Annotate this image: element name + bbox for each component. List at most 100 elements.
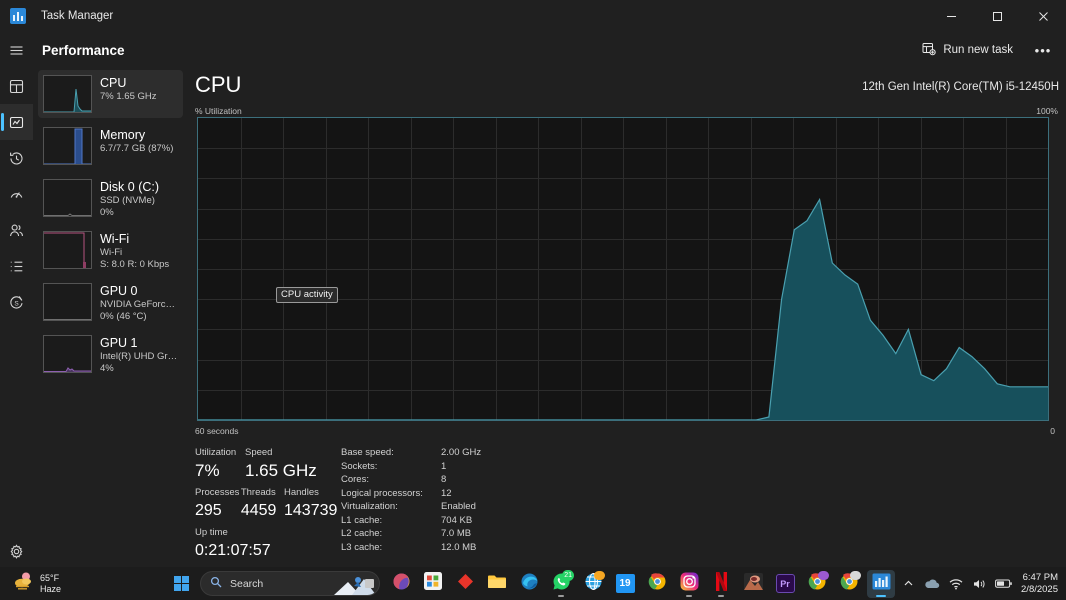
window-title: Task Manager [41, 10, 114, 22]
weather-widget[interactable]: 65°F Haze [8, 570, 66, 598]
speaker-icon[interactable] [969, 571, 991, 597]
netflix-icon [715, 571, 728, 596]
clock-widget[interactable]: 6:47 PM 2/8/2025 [1021, 572, 1058, 596]
more-options-button[interactable]: ••• [1028, 37, 1058, 63]
battery-icon[interactable] [993, 571, 1015, 597]
taskbar-app-task-manager[interactable] [867, 569, 895, 598]
resource-sub1: NVIDIA GeForce GTX... [100, 299, 179, 310]
resource-item-memory[interactable]: Memory 6.7/7.7 GB (87%) [38, 122, 183, 170]
clock-time: 6:47 PM [1022, 571, 1058, 583]
cpu-utilization-chart[interactable]: CPU activity [197, 117, 1049, 421]
spec-value: 1 [441, 460, 447, 472]
cpu-statistics: Utilization 7% Speed 1.65 GHz Processes … [195, 446, 1055, 562]
taskbar-app-microsoft-edge[interactable] [515, 570, 543, 598]
spec-value: 12 [441, 487, 452, 499]
resource-item-gpu-1[interactable]: GPU 1 Intel(R) UHD Graphics 4% [38, 330, 183, 378]
resource-sub1: 7% 1.65 GHz [100, 91, 157, 102]
utilization-speed-group: Utilization 7% Speed 1.65 GHz [195, 446, 335, 482]
maximize-button[interactable] [974, 0, 1020, 32]
taskbar-app-chrome-profile-b[interactable] [835, 570, 863, 598]
taskbar-app-chrome-profile-a[interactable] [803, 570, 831, 598]
weather-condition: Haze [40, 583, 62, 594]
taskbar-app-calendar[interactable]: 19 [611, 570, 639, 598]
disk-text: Disk 0 (C:) SSD (NVMe) 0% [100, 179, 159, 219]
diamond-icon [456, 572, 475, 596]
chrome-download-badge [850, 570, 861, 580]
taskbar-app-browser[interactable] [579, 570, 607, 598]
run-new-task-button[interactable]: Run new task [913, 37, 1022, 63]
resource-sub1: 6.7/7.7 GB (87%) [100, 143, 174, 154]
taskbar-app-red-diamond[interactable] [451, 570, 479, 598]
wifi-text: Wi-Fi Wi-Fi S: 8.0 R: 0 Kbps [100, 231, 169, 271]
wifi-icon[interactable] [945, 571, 967, 597]
sidebar-item-details[interactable] [0, 248, 33, 284]
cpu-text: CPU 7% 1.65 GHz [100, 75, 157, 103]
cpu-activity-tooltip: CPU activity [276, 287, 338, 303]
minimize-button[interactable] [928, 0, 974, 32]
resource-name: Memory [100, 128, 146, 142]
taskbar-app-task-view[interactable] [355, 570, 383, 598]
taskbar-app-file-explorer[interactable] [483, 570, 511, 598]
resource-item-cpu[interactable]: CPU 7% 1.65 GHz [38, 70, 183, 118]
spec-row: Base speed: 2.00 GHz [341, 446, 531, 460]
settings-button[interactable] [0, 535, 33, 567]
task-manager-icon [872, 573, 891, 595]
resource-item-wifi[interactable]: Wi-Fi Wi-Fi S: 8.0 R: 0 Kbps [38, 226, 183, 274]
running-indicator [876, 594, 886, 597]
resource-item-gpu-0[interactable]: GPU 0 NVIDIA GeForce GTX... 0% (46 °C) [38, 278, 183, 326]
sidebar-item-services[interactable]: S [0, 284, 33, 320]
spec-row: Sockets: 1 [341, 460, 531, 474]
taskbar-app-chrome[interactable] [643, 570, 671, 598]
speed-cell: Speed 1.65 GHz [245, 446, 317, 482]
chart-x-axis-end: 0 [1050, 426, 1055, 436]
gpu0-thumbnail [43, 283, 92, 321]
taskbar-center: Search [168, 571, 380, 597]
gpu0-text: GPU 0 NVIDIA GeForce GTX... 0% (46 °C) [100, 283, 179, 323]
sidebar-item-startup-apps[interactable] [0, 176, 33, 212]
weather-text: 65°F Haze [40, 573, 61, 595]
main-title: CPU [195, 72, 242, 97]
taskbar-app-whatsapp[interactable]: 21 [547, 569, 575, 598]
taskbar-app-copilot[interactable] [387, 570, 415, 598]
spec-value: Enabled [441, 501, 476, 512]
taskbar-app-instagram[interactable] [675, 570, 703, 598]
taskbar-app-netflix[interactable] [707, 570, 735, 598]
cpu-specs-table: Base speed: 2.00 GHz Sockets: 1 Cores: 8… [341, 446, 531, 562]
spec-value: 704 KB [441, 514, 473, 526]
taskbar-app-microsoft-store[interactable] [419, 570, 447, 598]
close-button[interactable] [1020, 0, 1066, 32]
start-button[interactable] [168, 571, 194, 597]
folder-icon [487, 573, 507, 595]
sidebar-item-users[interactable] [0, 212, 33, 248]
spec-value: 2.00 GHz [441, 447, 482, 458]
chrome-profile-badge [818, 570, 829, 580]
title-bar: Task Manager [0, 0, 1066, 32]
run-new-task-label: Run new task [943, 44, 1013, 56]
window-controls [928, 0, 1066, 32]
premiere-icon: Pr [775, 574, 795, 593]
sidebar-item-performance[interactable] [0, 104, 33, 140]
running-indicator [686, 594, 692, 597]
processes-threads-handles-group: Processes 295 Threads 4459 Handles 14373… [195, 486, 337, 522]
spec-key: L1 cache: [341, 514, 383, 526]
hamburger-menu-button[interactable] [0, 32, 33, 68]
resource-name: Wi-Fi [100, 232, 130, 246]
windows-logo-icon [173, 576, 189, 591]
header-actions: Run new task ••• [913, 37, 1066, 63]
resource-item-disk-0[interactable]: Disk 0 (C:) SSD (NVMe) 0% [38, 174, 183, 222]
spec-key: Virtualization: [341, 501, 398, 512]
onedrive-icon[interactable] [921, 571, 943, 597]
spec-key: L2 cache: [341, 528, 383, 539]
navigation-rail: S [0, 32, 33, 600]
taskbar-app-photos[interactable] [739, 570, 767, 598]
taskbar-app-premiere-pro[interactable]: Pr [771, 570, 799, 598]
sidebar-item-app-history[interactable] [0, 140, 33, 176]
edge-icon [520, 572, 539, 596]
stats-primary: Utilization 7% Speed 1.65 GHz Processes … [195, 446, 337, 562]
threads-cell: Threads 4459 [241, 486, 284, 522]
run-task-icon [922, 42, 937, 59]
tray-overflow-button[interactable] [897, 571, 919, 597]
sidebar-item-processes[interactable] [0, 68, 33, 104]
taskbar-apps: 21 19 Pr [355, 569, 895, 598]
search-input[interactable]: Search [200, 571, 380, 596]
